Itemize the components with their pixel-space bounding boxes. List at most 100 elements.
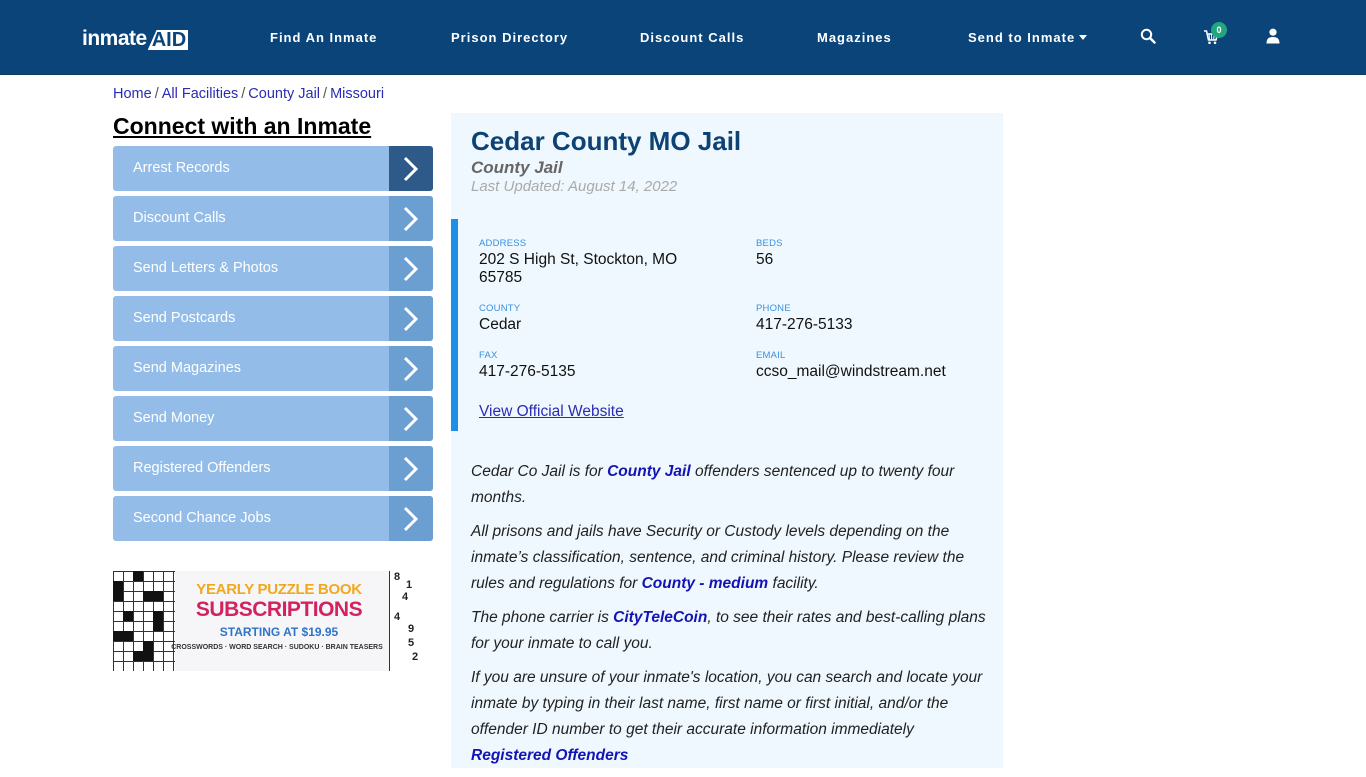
facility-info-box: ADDRESS 202 S High St, Stockton, MO 6578… — [451, 219, 1003, 431]
sudoku-digit: 1 — [406, 579, 412, 591]
inmateaid-logo[interactable]: inmate +AID — [82, 26, 188, 50]
address-field: ADDRESS 202 S High St, Stockton, MO 6578… — [479, 238, 719, 287]
connect-with-inmate-heading: Connect with an Inmate — [113, 113, 371, 140]
user-icon — [1266, 28, 1280, 44]
sidebar-item-send-letters-photos[interactable]: Send Letters & Photos — [113, 246, 433, 291]
logo-aid-label: AID — [152, 29, 186, 51]
phone-label: PHONE — [756, 303, 853, 314]
breadcrumb-missouri[interactable]: Missouri — [330, 86, 384, 102]
search-button[interactable] — [1140, 26, 1162, 48]
phone-value[interactable]: 417-276-5133 — [756, 316, 853, 334]
sudoku-digit: 5 — [408, 637, 414, 649]
fax-field: FAX 417-276-5135 — [479, 350, 576, 381]
sidebar-item-label: Discount Calls — [133, 210, 226, 226]
facility-title: Cedar County MO Jail — [471, 126, 741, 157]
sidebar-item-label: Registered Offenders — [133, 460, 271, 476]
sidebar-item-send-magazines[interactable]: Send Magazines — [113, 346, 433, 391]
puzzle-book-ad-banner[interactable]: YEARLY PUZZLE BOOK SUBSCRIPTIONS STARTIN… — [113, 571, 423, 671]
county-value: Cedar — [479, 316, 521, 334]
chevron-right-icon — [389, 396, 433, 441]
ad-subscriptions: SUBSCRIPTIONS — [179, 598, 379, 622]
sudoku-grid-graphic: 8 1 4 4 9 5 2 — [389, 571, 423, 671]
email-value[interactable]: ccso_mail@windstream.net — [756, 363, 946, 381]
facility-details-panel: Cedar County MO Jail County Jail Last Up… — [451, 113, 1003, 768]
beds-label: BEDS — [756, 238, 783, 249]
chevron-right-icon — [389, 146, 433, 191]
chevron-right-icon — [389, 246, 433, 291]
citytelecoin-link[interactable]: CityTeleCoin — [613, 609, 707, 626]
address-line2: 65785 — [479, 269, 719, 287]
text-span: Cedar Co Jail is for — [471, 463, 607, 480]
caret-down-icon — [1079, 35, 1087, 40]
description-paragraph: The phone carrier is CityTeleCoin, to se… — [471, 605, 991, 657]
account-button[interactable] — [1266, 26, 1288, 48]
breadcrumb-separator: / — [152, 86, 162, 102]
breadcrumb-separator: / — [320, 86, 330, 102]
nav-send-to-inmate-label: Send to Inmate — [968, 30, 1075, 45]
sidebar-item-label: Arrest Records — [133, 160, 230, 176]
beds-field: BEDS 56 — [756, 238, 783, 269]
breadcrumb-home[interactable]: Home — [113, 86, 152, 102]
county-field: COUNTY Cedar — [479, 303, 521, 334]
chevron-right-icon — [389, 296, 433, 341]
sidebar-item-second-chance-jobs[interactable]: Second Chance Jobs — [113, 496, 433, 541]
nav-find-an-inmate[interactable]: Find An Inmate — [270, 30, 377, 45]
sudoku-digit: 4 — [402, 591, 408, 603]
chevron-right-icon — [389, 496, 433, 541]
address-line1: 202 S High St, Stockton, MO — [479, 251, 719, 269]
logo-text-aid: +AID — [148, 30, 188, 50]
chevron-right-icon — [389, 346, 433, 391]
fax-value: 417-276-5135 — [479, 363, 576, 381]
sidebar-item-label: Send Postcards — [133, 310, 235, 326]
last-updated: Last Updated: August 14, 2022 — [471, 178, 677, 195]
address-label: ADDRESS — [479, 238, 719, 249]
crossword-grid-graphic — [113, 571, 175, 671]
sidebar-item-discount-calls[interactable]: Discount Calls — [113, 196, 433, 241]
logo-text-inmate: inmate — [82, 28, 147, 50]
facility-description: Cedar Co Jail is for County Jail offende… — [471, 459, 991, 777]
ad-categories: CROSSWORDS · WORD SEARCH · SUDOKU · BRAI… — [165, 644, 389, 651]
email-label: EMAIL — [756, 350, 946, 361]
phone-field: PHONE 417-276-5133 — [756, 303, 853, 334]
sudoku-digit: 9 — [408, 623, 414, 635]
nav-magazines[interactable]: Magazines — [817, 30, 892, 45]
county-medium-link[interactable]: County - medium — [642, 575, 769, 592]
sudoku-digit: 2 — [412, 651, 418, 663]
description-paragraph: All prisons and jails have Security or C… — [471, 519, 991, 597]
breadcrumb-all-facilities[interactable]: All Facilities — [162, 86, 239, 102]
breadcrumb-separator: / — [238, 86, 248, 102]
nav-prison-directory[interactable]: Prison Directory — [451, 30, 568, 45]
breadcrumb: Home/All Facilities/County Jail/Missouri — [113, 86, 384, 102]
sidebar-item-label: Send Magazines — [133, 360, 241, 376]
sudoku-digit: 8 — [394, 571, 400, 583]
county-jail-link[interactable]: County Jail — [607, 463, 691, 480]
sidebar-item-send-postcards[interactable]: Send Postcards — [113, 296, 433, 341]
description-paragraph: If you are unsure of your inmate's locat… — [471, 665, 991, 769]
search-icon — [1140, 28, 1156, 44]
county-label: COUNTY — [479, 303, 521, 314]
sidebar-item-arrest-records[interactable]: Arrest Records — [113, 146, 433, 191]
email-field: EMAIL ccso_mail@windstream.net — [756, 350, 946, 381]
sidebar-item-send-money[interactable]: Send Money — [113, 396, 433, 441]
sidebar-item-label: Second Chance Jobs — [133, 510, 271, 526]
sidebar-item-label: Send Money — [133, 410, 214, 426]
text-span: The phone carrier is — [471, 609, 613, 626]
registered-offenders-link[interactable]: Registered Offenders — [471, 747, 628, 764]
cart-count-badge: 0 — [1211, 22, 1227, 38]
facility-type: County Jail — [471, 158, 563, 178]
view-official-website-link[interactable]: View Official Website — [479, 403, 624, 421]
breadcrumb-county-jail[interactable]: County Jail — [248, 86, 320, 102]
nav-discount-calls[interactable]: Discount Calls — [640, 30, 744, 45]
description-paragraph: Cedar Co Jail is for County Jail offende… — [471, 459, 991, 511]
top-navigation-bar: inmate +AID Find An Inmate Prison Direct… — [0, 0, 1366, 75]
service-menu: Arrest Records Discount Calls Send Lette… — [113, 146, 433, 546]
ad-headline: YEARLY PUZZLE BOOK — [179, 581, 379, 598]
fax-label: FAX — [479, 350, 576, 361]
nav-send-to-inmate[interactable]: Send to Inmate — [968, 30, 1087, 45]
chevron-right-icon — [389, 446, 433, 491]
ad-price: STARTING AT $19.95 — [179, 625, 379, 639]
sidebar-item-label: Send Letters & Photos — [133, 260, 278, 276]
beds-value: 56 — [756, 251, 783, 269]
sidebar-item-registered-offenders[interactable]: Registered Offenders — [113, 446, 433, 491]
text-span: facility. — [768, 575, 819, 592]
